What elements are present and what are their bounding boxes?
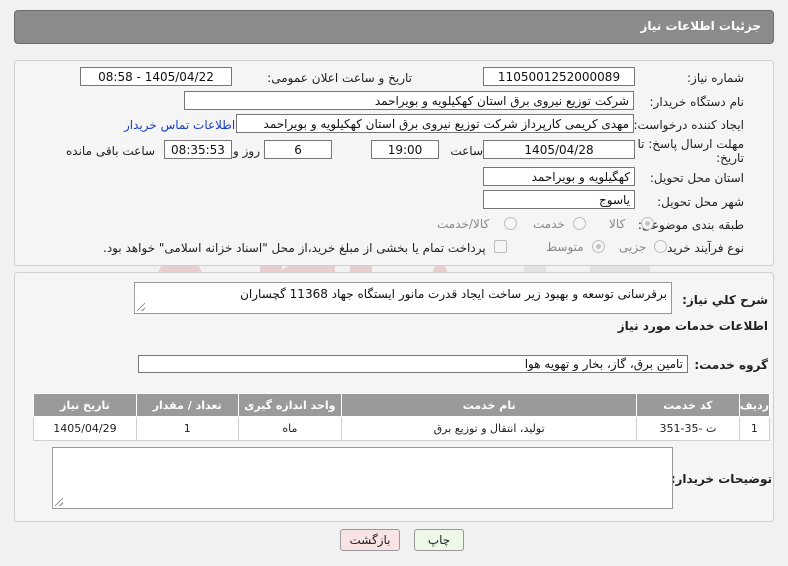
col-need-date: تاریخ نیاز <box>33 393 137 417</box>
remaining-label: ساعت باقی مانده <box>66 144 156 158</box>
deadline-time-label: ساعت <box>450 144 483 158</box>
summary-label: شرح کلي نياز: <box>682 293 768 307</box>
deadline-date-field: 1405/04/28 <box>483 140 635 159</box>
cell-unit: ماه <box>237 416 343 441</box>
table-row: 1 ت -35-351 تولید، انتقال و توزیع برق ما… <box>33 416 771 441</box>
resize-grip-icon[interactable] <box>137 303 145 311</box>
creator-field: مهدی کریمی کارپرداز شرکت توزیع نیروی برق… <box>236 114 634 133</box>
cell-service-name: تولید، انتقال و توزیع برق <box>341 416 638 441</box>
summary-field: برقرسانی توسعه و بهبود زیر ساخت ایجاد قد… <box>134 282 672 314</box>
city-label: شهر محل تحویل: <box>657 195 744 209</box>
days-label: روز و <box>233 144 260 158</box>
category-goods-service-radio[interactable] <box>504 217 517 230</box>
process-medium-radio[interactable] <box>592 240 605 253</box>
page-title: جزئیات اطلاعات نیاز <box>640 19 761 33</box>
col-unit: واحد اندازه گیری <box>237 393 343 417</box>
need-number-field: 1105001252000089 <box>483 67 635 86</box>
resize-grip-icon[interactable] <box>55 498 63 506</box>
province-label: استان محل تحویل: <box>649 171 744 185</box>
buyer-field: شرکت توزیع نیروی برق استان کهکیلویه و بو… <box>184 91 634 110</box>
process-label: نوع فرآیند خرید : <box>659 241 744 255</box>
creator-label: ایجاد کننده درخواست: <box>633 118 744 132</box>
category-goods-label: کالا <box>609 217 626 231</box>
treasury-payment-checkbox[interactable] <box>494 240 507 253</box>
category-service-label: خدمت <box>533 217 565 231</box>
page-header: جزئیات اطلاعات نیاز <box>14 10 774 44</box>
buyer-notes-field[interactable] <box>52 447 673 509</box>
services-section-title: اطلاعات خدمات مورد نیاز <box>617 319 768 333</box>
col-quantity: تعداد / مقدار <box>135 393 239 417</box>
remaining-time-field: 08:35:53 <box>164 140 232 159</box>
deadline-time-field: 19:00 <box>371 140 439 159</box>
category-goods-service-label: کالا/خدمت <box>437 217 490 231</box>
process-minor-label: جزیی <box>619 240 647 254</box>
cell-quantity: 1 <box>135 416 239 441</box>
city-field: یاسوج <box>483 190 635 209</box>
days-field: 6 <box>264 140 332 159</box>
buyer-label: نام دستگاه خریدار: <box>649 95 745 109</box>
col-service-name: نام خدمت <box>341 393 638 417</box>
deadline-label-line1: مهلت ارسال پاسخ: تا <box>637 137 744 151</box>
announce-field: 1405/04/22 - 08:58 <box>80 67 232 86</box>
category-service-radio[interactable] <box>573 217 586 230</box>
announce-label: تاریخ و ساعت اعلان عمومی: <box>267 71 412 85</box>
service-group-field: تامین برق، گاز، بخار و تهویه هوا <box>138 355 688 373</box>
summary-text: برقرسانی توسعه و بهبود زیر ساخت ایجاد قد… <box>240 287 667 301</box>
cell-row: 1 <box>738 416 771 441</box>
services-table: ردیف کد خدمت نام خدمت واحد اندازه گیری ت… <box>33 393 771 441</box>
back-button[interactable]: بازگشت <box>340 529 400 551</box>
process-minor-radio[interactable] <box>654 240 667 253</box>
category-goods-radio[interactable] <box>641 217 654 230</box>
service-group-label: گروه خدمت: <box>694 358 768 372</box>
col-service-code: کد خدمت <box>636 393 740 417</box>
services-table-header: ردیف کد خدمت نام خدمت واحد اندازه گیری ت… <box>33 393 771 417</box>
buyer-notes-label: توضیحات خریدار: <box>670 472 772 486</box>
cell-need-date: 1405/04/29 <box>33 416 137 441</box>
province-field: کهگیلویه و بویراحمد <box>483 167 635 186</box>
print-button[interactable]: چاپ <box>414 529 464 551</box>
col-row: ردیف <box>738 393 771 417</box>
process-medium-label: متوسط <box>546 240 584 254</box>
deadline-label-line2: تاریخ: <box>716 151 744 165</box>
buyer-contact-link[interactable]: اطلاعات تماس خریدار <box>124 118 235 132</box>
cell-service-code: ت -35-351 <box>636 416 740 441</box>
payment-note: پرداخت تمام یا بخشی از مبلغ خرید،از محل … <box>103 241 486 255</box>
need-number-label: شماره نیاز: <box>687 71 744 85</box>
